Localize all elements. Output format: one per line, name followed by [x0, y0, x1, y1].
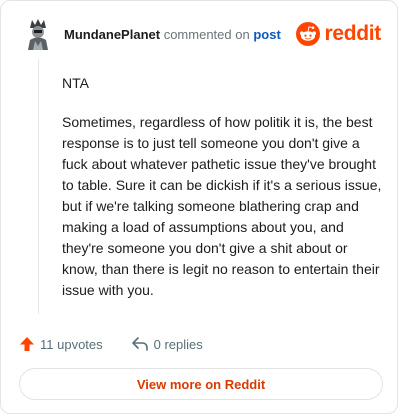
reply-count: 0 replies — [153, 336, 203, 352]
comment-paragraph: NTA — [62, 75, 89, 91]
upvote-arrow-icon — [20, 337, 34, 351]
reddit-wordmark: reddit — [324, 22, 381, 45]
reply-button[interactable]: 0 replies — [131, 336, 203, 352]
comment-header: MundanePlanet commented on post reddit — [20, 16, 383, 56]
thread-line — [38, 59, 39, 314]
avatar-icon — [20, 16, 56, 52]
upvote-count: 11 upvotes — [40, 336, 103, 352]
username-link[interactable]: MundanePlanet — [64, 27, 160, 42]
comment-paragraph: Sometimes, regardless of how politik it … — [62, 114, 382, 298]
post-link[interactable]: post — [253, 27, 280, 42]
byline: MundanePlanet commented on post — [64, 27, 281, 43]
comment-body: NTA Sometimes, regardless of how politik… — [62, 73, 386, 319]
avatar[interactable] — [20, 16, 56, 52]
reply-arrow-icon — [131, 337, 148, 351]
comment-actions: 11 upvotes 0 replies — [19, 334, 203, 354]
byline-verb: commented on — [163, 27, 250, 42]
comment-embed-card: MundanePlanet commented on post reddit N… — [0, 0, 398, 414]
reddit-snoo-icon — [296, 22, 321, 46]
view-more-button[interactable]: View more on Reddit — [19, 368, 383, 400]
upvote-button[interactable]: 11 upvotes — [19, 336, 103, 352]
reddit-logo[interactable]: reddit — [296, 21, 381, 47]
